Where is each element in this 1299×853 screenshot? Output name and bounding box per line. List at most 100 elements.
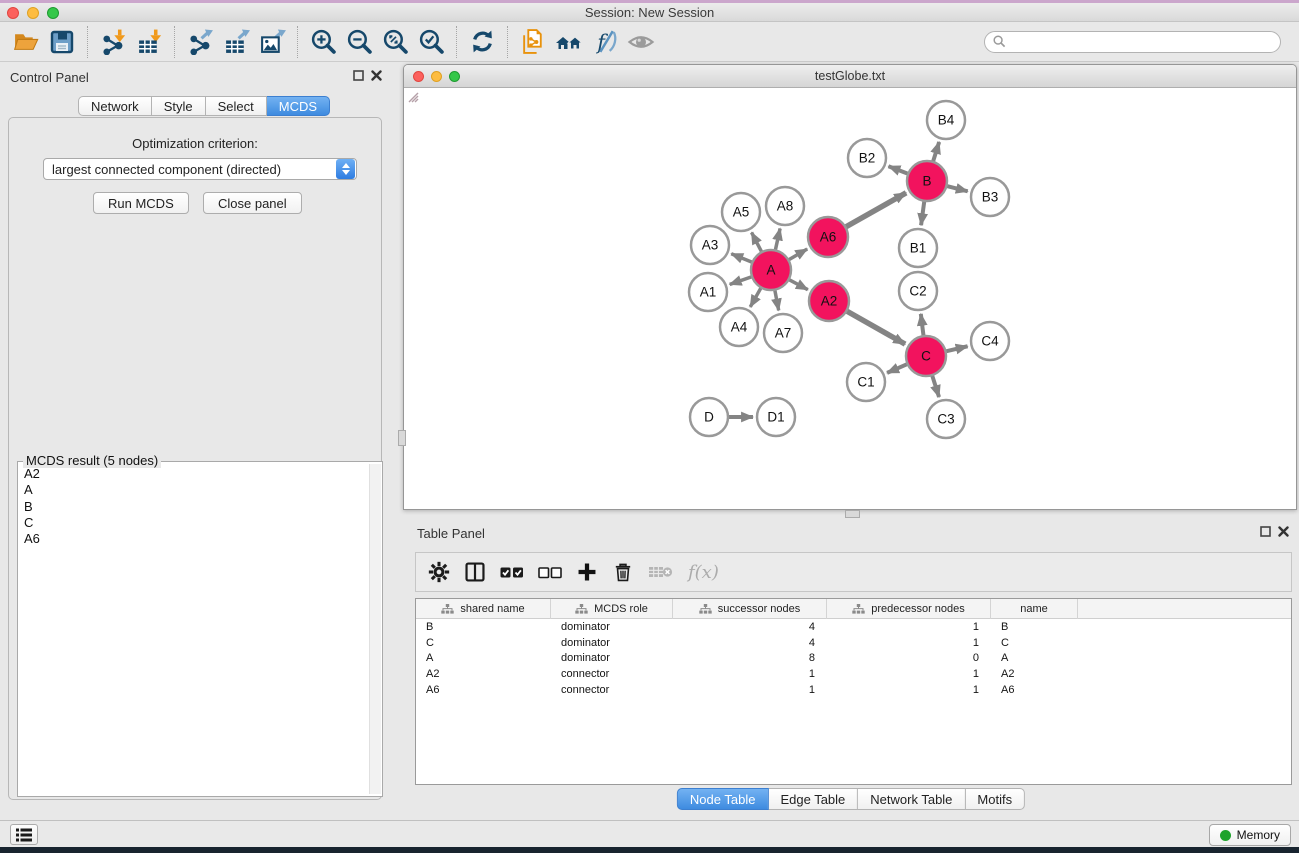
table-row[interactable]: A2connector11A2 (416, 666, 1291, 682)
export-network-button[interactable] (182, 24, 218, 60)
graph-edge-C-C2[interactable] (921, 314, 924, 336)
select-all-checkboxes-button[interactable] (500, 566, 524, 579)
table-row[interactable]: Adominator80A (416, 651, 1291, 667)
float-panel-icon[interactable] (1260, 526, 1271, 537)
new-network-from-selection-button[interactable] (515, 24, 551, 60)
table-cell[interactable]: 1 (827, 621, 991, 633)
close-panel-icon[interactable] (371, 70, 382, 81)
column-layout-button[interactable] (464, 561, 486, 583)
function-builder-button[interactable]: f(x) (688, 562, 719, 583)
refresh-button[interactable] (464, 24, 500, 60)
table-cell[interactable]: 4 (673, 637, 827, 649)
table-cell[interactable]: A2 (416, 668, 551, 680)
open-session-button[interactable] (8, 24, 44, 60)
import-network-button[interactable] (95, 24, 131, 60)
graph-node-C1[interactable]: C1 (847, 363, 885, 401)
search-input[interactable] (1011, 35, 1272, 49)
graph-node-C[interactable]: C (906, 336, 946, 376)
graph-edge-A2-C[interactable] (846, 311, 905, 344)
mcds-result-item[interactable]: A2 (19, 466, 368, 482)
graph-edge-A-A3[interactable] (731, 254, 752, 263)
graph-node-A7[interactable]: A7 (764, 314, 802, 352)
graph-node-B3[interactable]: B3 (971, 178, 1009, 216)
table-cell[interactable]: dominator (551, 652, 673, 664)
delete-columns-button[interactable] (612, 561, 634, 583)
graph-node-A[interactable]: A (751, 250, 791, 290)
graph-edge-A-A8[interactable] (775, 228, 780, 250)
search-field[interactable] (984, 31, 1281, 53)
mcds-result-item[interactable]: A6 (19, 531, 368, 547)
graph-edge-B-B3[interactable] (946, 186, 967, 191)
graph-edge-A6-B[interactable] (845, 193, 906, 227)
graph-node-C2[interactable]: C2 (899, 272, 937, 310)
table-cell[interactable]: A6 (416, 684, 551, 696)
graph-node-A2[interactable]: A2 (809, 281, 849, 321)
task-history-button[interactable] (10, 824, 38, 845)
graph-node-C3[interactable]: C3 (927, 400, 965, 438)
table-row[interactable]: Cdominator41C (416, 635, 1291, 651)
zoom-fit-button[interactable] (377, 24, 413, 60)
graph-node-A1[interactable]: A1 (689, 273, 727, 311)
zoom-out-button[interactable] (341, 24, 377, 60)
graph-edge-B-B1[interactable] (921, 201, 924, 225)
tab-motifs[interactable]: Motifs (965, 788, 1025, 810)
table-cell[interactable]: C (416, 637, 551, 649)
tab-select[interactable]: Select (206, 96, 267, 116)
tab-network-table[interactable]: Network Table (858, 788, 965, 810)
scrollbar[interactable] (369, 464, 381, 794)
vertical-splitter-handle[interactable] (398, 430, 406, 446)
export-table-button[interactable] (218, 24, 254, 60)
graph-edge-C-C1[interactable] (887, 364, 908, 373)
column-header-predecessor-nodes[interactable]: predecessor nodes (827, 599, 991, 619)
graph-edge-B-B2[interactable] (888, 166, 908, 174)
table-cell[interactable]: A (416, 652, 551, 664)
tab-node-table[interactable]: Node Table (677, 788, 769, 810)
save-session-button[interactable] (44, 24, 80, 60)
close-panel-icon[interactable] (1278, 526, 1289, 537)
bird-eye-view-button[interactable] (623, 24, 659, 60)
hide-graphics-details-button[interactable]: f (587, 24, 623, 60)
criterion-dropdown[interactable]: largest connected component (directed) (43, 158, 357, 180)
column-header-successor-nodes[interactable]: successor nodes (673, 599, 827, 619)
graph-node-A4[interactable]: A4 (720, 308, 758, 346)
table-cell[interactable]: 1 (673, 684, 827, 696)
graph-node-D1[interactable]: D1 (757, 398, 795, 436)
tab-network[interactable]: Network (78, 96, 152, 116)
graph-edge-C-C4[interactable] (945, 346, 967, 351)
resize-grip-icon[interactable] (404, 88, 419, 103)
graph-edge-A-A6[interactable] (788, 249, 807, 260)
graph-node-D[interactable]: D (690, 398, 728, 436)
import-table-button[interactable] (131, 24, 167, 60)
table-cell[interactable]: connector (551, 684, 673, 696)
float-panel-icon[interactable] (353, 70, 364, 81)
table-cell[interactable]: 1 (827, 684, 991, 696)
table-row[interactable]: Bdominator41B (416, 619, 1291, 635)
zoom-selected-button[interactable] (413, 24, 449, 60)
table-cell[interactable]: dominator (551, 621, 673, 633)
zoom-in-button[interactable] (305, 24, 341, 60)
graph-node-A8[interactable]: A8 (766, 187, 804, 225)
mcds-result-item[interactable]: C (19, 515, 368, 531)
table-cell[interactable]: 8 (673, 652, 827, 664)
graph-edge-A-A2[interactable] (789, 279, 808, 289)
graph-node-B1[interactable]: B1 (899, 229, 937, 267)
table-cell[interactable]: A2 (991, 668, 1078, 680)
deselect-all-checkboxes-button[interactable] (538, 566, 562, 579)
column-header-mcds-role[interactable]: MCDS role (551, 599, 673, 619)
graph-edge-C-C3[interactable] (932, 375, 939, 397)
table-cell[interactable]: 1 (827, 637, 991, 649)
tab-edge-table[interactable]: Edge Table (768, 788, 858, 810)
table-cell[interactable]: A (991, 652, 1078, 664)
graph-node-B2[interactable]: B2 (848, 139, 886, 177)
graph-edge-A-A1[interactable] (730, 277, 752, 285)
graph-edge-B-B4[interactable] (933, 142, 939, 162)
column-header-name[interactable]: name (991, 599, 1078, 619)
graph-node-A5[interactable]: A5 (722, 193, 760, 231)
table-cell[interactable]: dominator (551, 637, 673, 649)
graph-edge-A-A7[interactable] (775, 290, 779, 311)
graph-node-A6[interactable]: A6 (808, 217, 848, 257)
tab-mcds[interactable]: MCDS (267, 96, 330, 116)
add-column-button[interactable] (576, 561, 598, 583)
graph-node-B4[interactable]: B4 (927, 101, 965, 139)
table-cell[interactable]: 4 (673, 621, 827, 633)
